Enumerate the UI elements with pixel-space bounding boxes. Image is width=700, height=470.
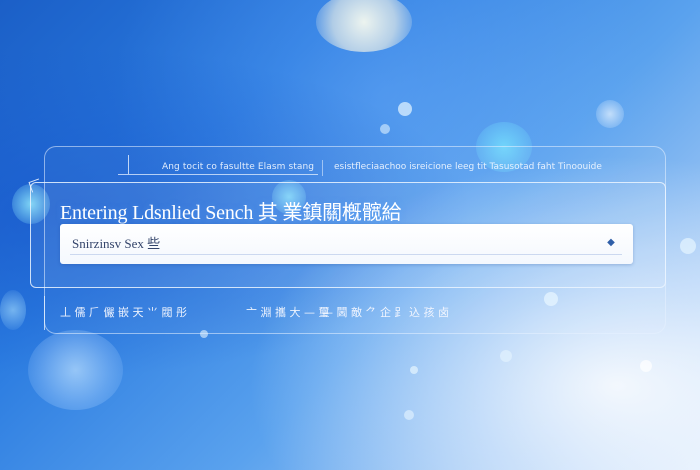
bokeh-light [28,330,123,410]
chevron-down-icon[interactable]: ◆ [606,238,616,248]
header-divider [118,174,318,175]
desktop-background: Ang tocit co fasultte Elasm stang esistf… [0,0,700,470]
breadcrumb-right: esistfleciaachoo isreicione leeg tit Tas… [334,162,602,172]
footer-text-2: ⼇ 淵 攜 大 — 璽 [246,306,330,319]
breadcrumb-left: Ang tocit co fasultte Elasm stang [162,162,315,172]
header-tick-mark [128,155,129,174]
footer-text-1: 丄 儒 ⺁ 儼 嵌 天 ⺌ 閥 彤 [60,306,187,319]
bokeh-light [640,360,652,372]
bokeh-light [596,100,624,128]
bokeh-light [500,350,512,362]
footer-status-row: 丄 儒 ⺁ 儼 嵌 天 ⺌ 閥 彤 ⼇ 淵 攜 大 — 璽 — 閪 敵 ⺈ 企 … [60,304,660,322]
footer-divider [44,296,45,330]
bokeh-light [410,366,418,374]
footer-text-3: — 閪 敵 ⺈ 企 ⻊ 込 孩 ⻧ [322,306,449,319]
bokeh-light [316,0,412,52]
bokeh-light [380,124,390,134]
bokeh-light [0,290,26,330]
search-panel-title: Entering Ldsnlied Sench 其 業鎮關槪髋給 [60,202,402,224]
bokeh-light [404,410,414,420]
search-field[interactable] [60,224,633,264]
bokeh-light [680,238,696,254]
search-input-underline [70,254,622,255]
search-input[interactable] [70,230,592,254]
bokeh-light [398,102,412,116]
header-separator [322,160,323,176]
